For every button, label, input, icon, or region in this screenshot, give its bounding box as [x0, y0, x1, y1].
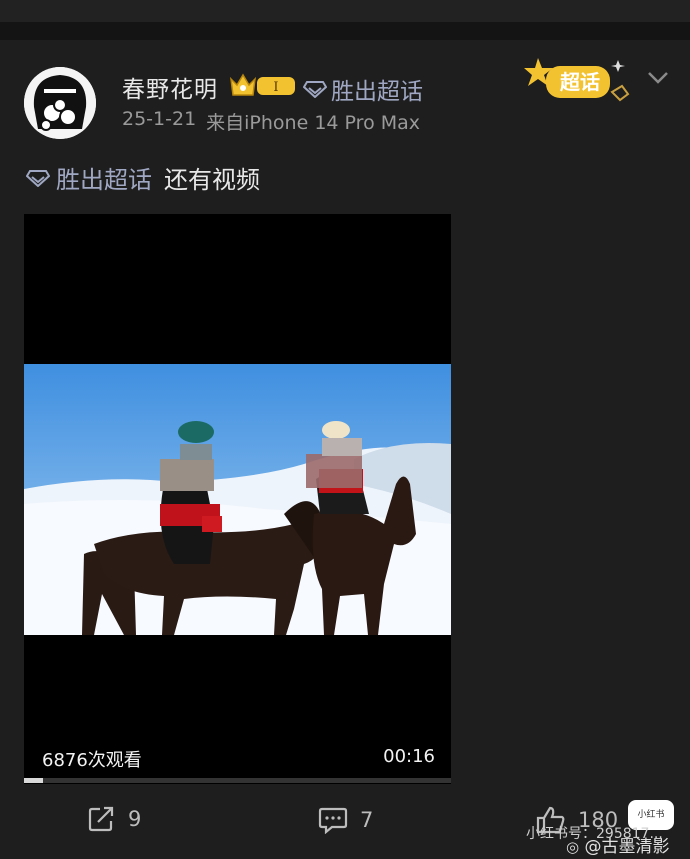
post-source: 来自iPhone 14 Pro Max: [206, 112, 421, 134]
username[interactable]: 春野花明: [122, 70, 218, 104]
repost-count: 9: [128, 807, 142, 831]
diamond-icon: [26, 169, 50, 187]
post-meta: 25-1-21 来自iPhone 14 Pro Max: [122, 108, 420, 135]
video-progress-fill: [24, 778, 44, 783]
video-duration: 00:16: [383, 746, 435, 767]
topic-tag-label: 胜出超话: [331, 79, 423, 105]
topic-tag-link[interactable]: 胜出超话: [303, 72, 423, 106]
crown-icon: I: [229, 73, 295, 96]
watermark-handle-text: @古墨清影: [584, 837, 670, 857]
repost-icon: [88, 806, 114, 832]
view-count: 6876次观看: [42, 750, 142, 771]
post-date: 25-1-21: [122, 108, 197, 130]
diamond-icon: [303, 81, 327, 98]
comment-button[interactable]: 7: [318, 806, 373, 834]
comment-icon: [318, 807, 348, 834]
top-bar: [0, 0, 690, 22]
weibo-icon: ◎: [566, 838, 580, 856]
body-topic-link[interactable]: 胜出超话: [56, 160, 152, 195]
video-player[interactable]: 6876次观看 00:16: [24, 214, 451, 784]
super-topic-badge[interactable]: 超话: [524, 56, 636, 108]
level-badge-text: I: [273, 80, 278, 95]
repost-button[interactable]: 9: [88, 806, 141, 832]
feed-separator: [0, 22, 690, 40]
post-body: 还有视频: [164, 166, 260, 194]
avatar[interactable]: [24, 67, 96, 139]
super-badge-label: 超话: [559, 70, 600, 94]
chevron-down-icon[interactable]: [646, 70, 670, 86]
comment-count: 7: [360, 808, 374, 832]
post-text: 胜出超话 还有视频: [26, 160, 260, 195]
video-frame: [24, 364, 451, 635]
watermark-handle: ◎ @古墨清影: [566, 832, 670, 857]
video-progress-track[interactable]: [24, 778, 451, 783]
